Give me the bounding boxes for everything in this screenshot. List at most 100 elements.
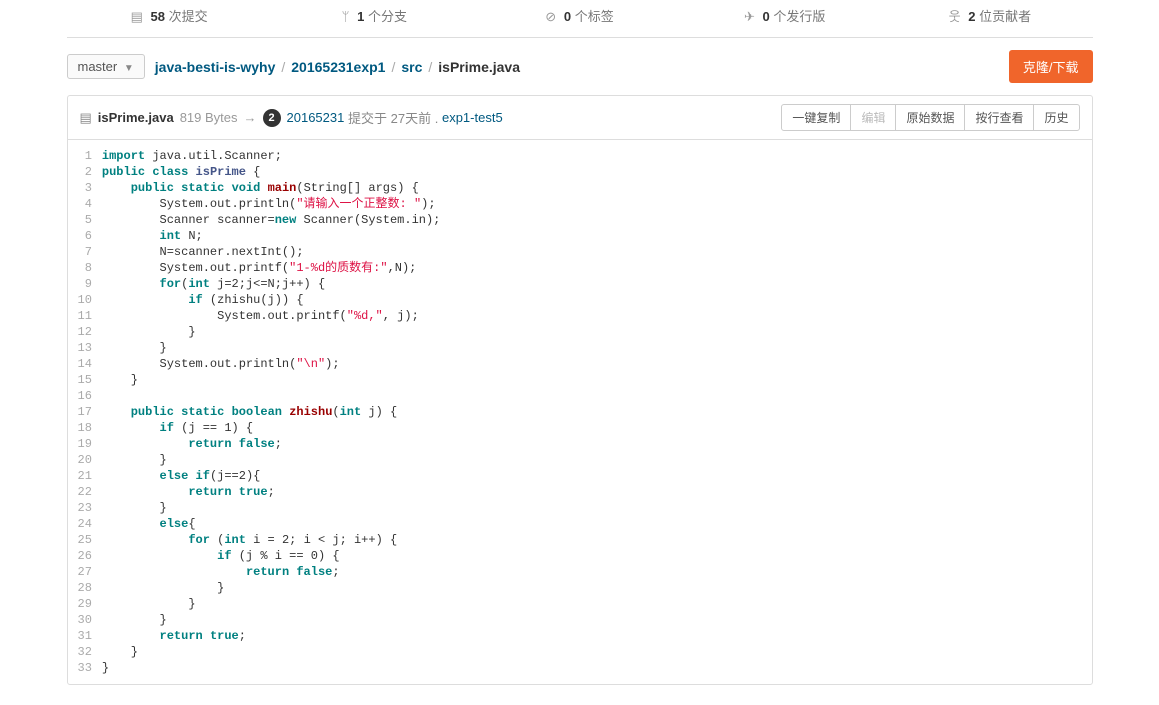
line-number[interactable]: 7 — [78, 244, 92, 260]
code-line: else{ — [102, 516, 1080, 532]
code-line — [102, 388, 1080, 404]
code-line: else if(j==2){ — [102, 468, 1080, 484]
line-number[interactable]: 6 — [78, 228, 92, 244]
line-number[interactable]: 28 — [78, 580, 92, 596]
line-number[interactable]: 20 — [78, 452, 92, 468]
line-number[interactable]: 16 — [78, 388, 92, 404]
code-line: System.out.printf("%d,", j); — [102, 308, 1080, 324]
breadcrumb-sep: / — [428, 59, 432, 75]
line-number[interactable]: 9 — [78, 276, 92, 292]
releases-label: 个发行版 — [773, 9, 825, 24]
raw-button[interactable]: 原始数据 — [895, 104, 965, 131]
line-number[interactable]: 2 — [78, 164, 92, 180]
line-number[interactable]: 22 — [78, 484, 92, 500]
line-number[interactable]: 13 — [78, 340, 92, 356]
line-number[interactable]: 11 — [78, 308, 92, 324]
tags-count: 0 — [564, 9, 571, 24]
code-line: } — [102, 372, 1080, 388]
code-line: return false; — [102, 436, 1080, 452]
code-content: import java.util.Scanner;public class is… — [102, 148, 1092, 676]
code-line: } — [102, 580, 1080, 596]
stat-contributors[interactable]: 웃 2 位贡献者 — [887, 6, 1092, 25]
branch-name: master — [78, 59, 118, 74]
code-line: import java.util.Scanner; — [102, 148, 1080, 164]
contributors-label: 位贡献者 — [979, 9, 1031, 24]
code-line: public static void main(String[] args) { — [102, 180, 1080, 196]
code-line: return false; — [102, 564, 1080, 580]
code-line: if (zhishu(j)) { — [102, 292, 1080, 308]
code-line: public static boolean zhishu(int j) { — [102, 404, 1080, 420]
breadcrumb-root[interactable]: java-besti-is-wyhy — [155, 59, 276, 75]
chevron-down-icon: ▼ — [124, 63, 134, 74]
contributors-icon: 웃 — [949, 9, 961, 24]
code-line: } — [102, 500, 1080, 516]
line-number[interactable]: 8 — [78, 260, 92, 276]
file-actions: 一键复制 编辑 原始数据 按行查看 历史 — [781, 104, 1079, 131]
line-number[interactable]: 26 — [78, 548, 92, 564]
commits-label: 次提交 — [169, 9, 208, 24]
code-line: System.out.println("\n"); — [102, 356, 1080, 372]
code-line: System.out.println("请输入一个正整数: "); — [102, 196, 1080, 212]
line-number[interactable]: 31 — [78, 628, 92, 644]
code-line: for (int i = 2; i < j; i++) { — [102, 532, 1080, 548]
history-button[interactable]: 历史 — [1033, 104, 1079, 131]
code-line: } — [102, 612, 1080, 628]
breadcrumb-sub[interactable]: src — [401, 59, 422, 75]
releases-count: 0 — [763, 9, 770, 24]
tag-icon: ⊘ — [545, 9, 556, 24]
file-name: isPrime.java — [98, 110, 174, 125]
code-line: Scanner scanner=new Scanner(System.in); — [102, 212, 1080, 228]
line-number[interactable]: 15 — [78, 372, 92, 388]
code-line: N=scanner.nextInt(); — [102, 244, 1080, 260]
commit-author[interactable]: 20165231 — [287, 110, 345, 125]
code-line: } — [102, 452, 1080, 468]
code-line: return true; — [102, 484, 1080, 500]
avatar-badge[interactable]: 2 — [263, 109, 281, 127]
copy-button[interactable]: 一键复制 — [781, 104, 851, 131]
line-number[interactable]: 14 — [78, 356, 92, 372]
nav-row: master ▼ java-besti-is-wyhy / 20165231ex… — [67, 38, 1093, 95]
code-line: } — [102, 660, 1080, 676]
code-line: } — [102, 596, 1080, 612]
commit-message[interactable]: exp1-test5 — [442, 110, 503, 125]
line-number[interactable]: 19 — [78, 436, 92, 452]
line-number[interactable]: 32 — [78, 644, 92, 660]
branches-label: 个分支 — [368, 9, 407, 24]
line-number[interactable]: 30 — [78, 612, 92, 628]
clone-download-button[interactable]: 克隆/下载 — [1009, 50, 1093, 83]
code-line: int N; — [102, 228, 1080, 244]
release-icon: ✈ — [744, 9, 755, 24]
code-line: return true; — [102, 628, 1080, 644]
line-number[interactable]: 5 — [78, 212, 92, 228]
edit-button[interactable]: 编辑 — [850, 104, 896, 131]
line-number[interactable]: 12 — [78, 324, 92, 340]
line-number[interactable]: 24 — [78, 516, 92, 532]
arrow-icon: → — [244, 110, 257, 125]
line-gutter: 1234567891011121314151617181920212223242… — [68, 148, 102, 676]
breadcrumb: java-besti-is-wyhy / 20165231exp1 / src … — [155, 59, 520, 75]
code-line: if (j == 1) { — [102, 420, 1080, 436]
stat-commits[interactable]: ▤ 58 次提交 — [67, 6, 272, 25]
line-number[interactable]: 33 — [78, 660, 92, 676]
line-number[interactable]: 29 — [78, 596, 92, 612]
stat-branches[interactable]: ᛘ 1 个分支 — [272, 6, 477, 25]
breadcrumb-dir[interactable]: 20165231exp1 — [291, 59, 385, 75]
code-line: } — [102, 644, 1080, 660]
stat-releases[interactable]: ✈ 0 个发行版 — [682, 6, 887, 25]
breadcrumb-sep: / — [281, 59, 285, 75]
blame-button[interactable]: 按行查看 — [964, 104, 1034, 131]
line-number[interactable]: 21 — [78, 468, 92, 484]
line-number[interactable]: 27 — [78, 564, 92, 580]
line-number[interactable]: 25 — [78, 532, 92, 548]
stat-tags[interactable]: ⊘ 0 个标签 — [477, 6, 682, 25]
line-number[interactable]: 17 — [78, 404, 92, 420]
line-number[interactable]: 1 — [78, 148, 92, 164]
line-number[interactable]: 4 — [78, 196, 92, 212]
line-number[interactable]: 3 — [78, 180, 92, 196]
line-number[interactable]: 18 — [78, 420, 92, 436]
branches-count: 1 — [357, 9, 364, 24]
code-line: public class isPrime { — [102, 164, 1080, 180]
branch-select[interactable]: master ▼ — [67, 54, 145, 79]
line-number[interactable]: 10 — [78, 292, 92, 308]
line-number[interactable]: 23 — [78, 500, 92, 516]
